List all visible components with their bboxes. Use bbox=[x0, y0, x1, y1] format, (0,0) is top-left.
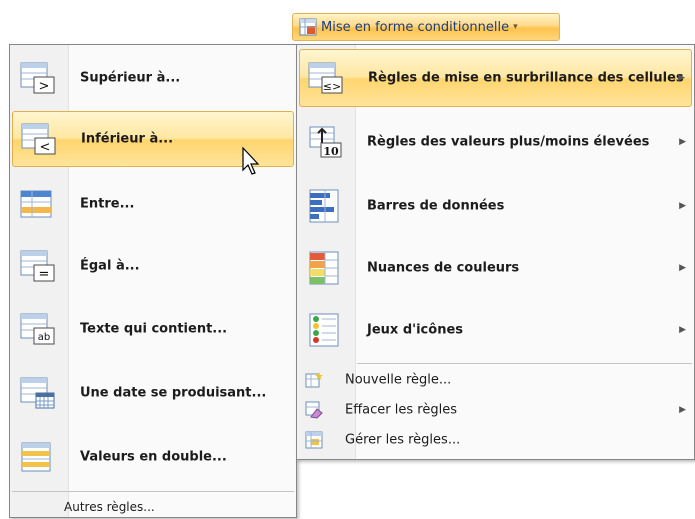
menu-item-data-bars[interactable]: Barres de données ▶ bbox=[299, 177, 692, 235]
menu-item-label: Supérieur à... bbox=[80, 70, 181, 86]
less-than-icon: < bbox=[21, 123, 56, 155]
menu-item-label: Texte qui contient... bbox=[80, 321, 228, 337]
equal-to-icon: = bbox=[20, 250, 55, 282]
menu-item-clear-rules[interactable]: Effacer les règles ▶ bbox=[299, 397, 692, 423]
icon-sets-icon bbox=[309, 313, 339, 347]
menu-item-between[interactable]: Entre... bbox=[12, 177, 294, 231]
dropdown-arrow-icon: ▾ bbox=[513, 22, 518, 32]
menu-item-label: Gérer les règles... bbox=[345, 432, 461, 448]
conditional-formatting-button[interactable]: Mise en forme conditionnelle ▾ bbox=[292, 13, 560, 41]
menu-item-highlight-cells-rules[interactable]: ≤> Règles de mise en surbrillance des ce… bbox=[299, 49, 692, 107]
greater-than-icon: > bbox=[20, 62, 55, 94]
submenu-arrow-icon: ▶ bbox=[679, 137, 686, 147]
menu-item-top-bottom-rules[interactable]: 10 Règles des valeurs plus/moins élevées… bbox=[299, 113, 692, 171]
conditional-formatting-menu: ≤> Règles de mise en surbrillance des ce… bbox=[296, 44, 695, 460]
submenu-arrow-icon: ▶ bbox=[679, 263, 686, 273]
menu-item-label: Règles des valeurs plus/moins élevées bbox=[367, 134, 650, 150]
menu-item-label: Nuances de couleurs bbox=[367, 260, 520, 276]
menu-item-label: Nouvelle règle... bbox=[345, 372, 452, 388]
svg-text:10: 10 bbox=[323, 145, 339, 158]
svg-text:<: < bbox=[40, 140, 51, 155]
manage-rules-icon bbox=[305, 431, 323, 449]
menu-item-date-occurring[interactable]: Une date se produisant... bbox=[12, 365, 294, 421]
top-bottom-rules-icon: 10 bbox=[309, 126, 342, 158]
menu-item-label: Inférieur à... bbox=[81, 131, 174, 147]
menu-separator bbox=[12, 491, 294, 492]
menu-item-label: Une date se produisant... bbox=[80, 385, 267, 401]
submenu-arrow-icon: ▶ bbox=[679, 201, 686, 211]
menu-item-label: Entre... bbox=[80, 196, 135, 212]
menu-item-new-rule[interactable]: Nouvelle règle... bbox=[299, 367, 692, 393]
submenu-arrow-icon: ▶ bbox=[678, 73, 685, 83]
date-occurring-icon bbox=[20, 377, 55, 409]
menu-item-equal-to[interactable]: = Égal à... bbox=[12, 239, 294, 293]
svg-text:=: = bbox=[39, 267, 50, 282]
menu-item-label: Valeurs en double... bbox=[80, 449, 227, 465]
conditional-formatting-label: Mise en forme conditionnelle bbox=[321, 19, 510, 35]
duplicate-values-icon bbox=[21, 442, 51, 472]
menu-item-more-rules[interactable]: Autres règles... bbox=[12, 495, 294, 519]
menu-item-label: Autres règles... bbox=[64, 500, 155, 514]
menu-item-label: Jeux d'icônes bbox=[367, 322, 464, 338]
menu-item-color-scales[interactable]: Nuances de couleurs ▶ bbox=[299, 239, 692, 297]
submenu-arrow-icon: ▶ bbox=[679, 325, 686, 335]
svg-text:>: > bbox=[39, 79, 50, 94]
clear-rules-icon bbox=[305, 401, 323, 419]
menu-item-duplicate-values[interactable]: Valeurs en double... bbox=[12, 429, 294, 485]
menu-separator bbox=[357, 363, 692, 364]
new-rule-icon bbox=[305, 372, 323, 388]
conditional-format-icon bbox=[299, 18, 317, 36]
menu-item-label: Égal à... bbox=[80, 258, 140, 274]
text-contains-icon: ab bbox=[20, 313, 55, 345]
menu-item-label: Règles de mise en surbrillance des cellu… bbox=[368, 70, 684, 86]
mouse-pointer-icon bbox=[242, 146, 260, 175]
submenu-arrow-icon: ▶ bbox=[679, 405, 686, 415]
data-bars-icon bbox=[309, 189, 339, 223]
menu-item-label: Effacer les règles bbox=[345, 402, 457, 418]
menu-item-icon-sets[interactable]: Jeux d'icônes ▶ bbox=[299, 301, 692, 359]
menu-item-greater-than[interactable]: > Supérieur à... bbox=[12, 51, 294, 105]
menu-item-manage-rules[interactable]: Gérer les règles... bbox=[299, 427, 692, 453]
svg-text:≤>: ≤> bbox=[323, 80, 341, 93]
highlight-rules-submenu: > Supérieur à... < Inférieur à... Entre.… bbox=[9, 44, 297, 518]
color-scales-icon bbox=[309, 251, 339, 285]
menu-item-text-contains[interactable]: ab Texte qui contient... bbox=[12, 301, 294, 357]
between-icon bbox=[20, 190, 52, 218]
svg-text:ab: ab bbox=[38, 332, 50, 343]
menu-item-label: Barres de données bbox=[367, 198, 505, 214]
highlight-cells-rules-icon: ≤> bbox=[308, 62, 343, 94]
